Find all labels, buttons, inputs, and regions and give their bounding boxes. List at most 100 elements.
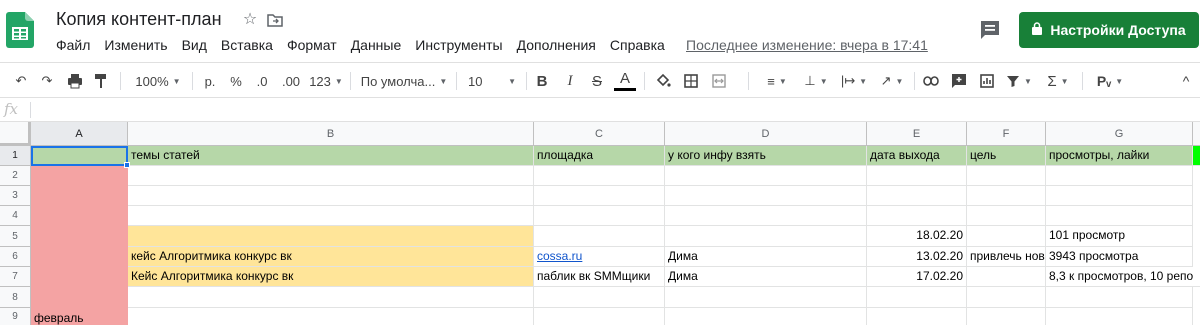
cell-f2[interactable]: [967, 166, 1046, 186]
cell-d2[interactable]: [665, 166, 867, 186]
cell-c9[interactable]: [534, 308, 665, 325]
menu-addons[interactable]: Дополнения: [517, 37, 596, 53]
redo-icon[interactable]: ↷: [36, 69, 58, 93]
cell-e1[interactable]: дата выхода: [867, 146, 967, 166]
star-icon[interactable]: ☆: [241, 11, 259, 29]
comments-icon[interactable]: [978, 18, 1002, 42]
cell-a9[interactable]: февраль: [31, 308, 128, 325]
cell-d7[interactable]: Дима: [665, 267, 867, 287]
text-wrap-icon[interactable]: |↦ ▼: [838, 69, 870, 93]
document-title[interactable]: Копия контент-план: [56, 9, 222, 30]
cell-e6[interactable]: 13.02.20: [867, 247, 967, 267]
cell-f5[interactable]: [967, 226, 1046, 247]
percent-format-button[interactable]: %: [226, 69, 246, 93]
cell-g2[interactable]: [1046, 166, 1193, 186]
font-family-select[interactable]: По умолча... ▼: [358, 69, 450, 93]
share-button[interactable]: Настройки Доступа: [1019, 12, 1199, 48]
cell-g9[interactable]: [1046, 308, 1193, 325]
insert-comment-icon[interactable]: [948, 69, 970, 93]
cell-f9[interactable]: [967, 308, 1046, 325]
last-edit-link[interactable]: Последнее изменение: вчера в 17:41: [686, 37, 928, 53]
column-header-a[interactable]: A: [31, 122, 128, 146]
row-header-2[interactable]: 2: [0, 166, 31, 186]
cell-e9[interactable]: [867, 308, 967, 325]
row-header-7[interactable]: 7: [0, 267, 31, 287]
cell-e5[interactable]: 18.02.20: [867, 226, 967, 247]
cell-c6-link[interactable]: cossa.ru: [537, 249, 582, 263]
cell-b5[interactable]: [128, 226, 534, 247]
cell-b3[interactable]: [128, 186, 534, 206]
cell-b7[interactable]: Кейс Алгоритмика конкурс вк: [128, 267, 534, 287]
column-header-e[interactable]: E: [867, 122, 967, 146]
cell-f8[interactable]: [967, 287, 1046, 308]
cell-d8[interactable]: [665, 287, 867, 308]
cell-g6[interactable]: 3943 просмотра: [1046, 247, 1193, 267]
cell-g3[interactable]: [1046, 186, 1193, 206]
cell-f1[interactable]: цель: [967, 146, 1046, 166]
menu-view[interactable]: Вид: [182, 37, 207, 53]
menu-data[interactable]: Данные: [351, 37, 402, 53]
decrease-decimal-button[interactable]: .0: [250, 69, 274, 93]
cell-c1[interactable]: площадка: [534, 146, 665, 166]
column-header-g[interactable]: G: [1046, 122, 1193, 146]
cell-d6[interactable]: Дима: [665, 247, 867, 267]
cell-a1[interactable]: [31, 146, 128, 166]
cell-c4[interactable]: [534, 206, 665, 226]
cell-c5[interactable]: [534, 226, 665, 247]
functions-icon[interactable]: Σ ▼: [1042, 69, 1074, 93]
cell-f4[interactable]: [967, 206, 1046, 226]
cell-f6[interactable]: привлечь нов: [967, 247, 1046, 267]
cell-d9[interactable]: [665, 308, 867, 325]
cell-b9[interactable]: [128, 308, 534, 325]
cell-c7[interactable]: паблик вк SMMщики: [534, 267, 665, 287]
column-header-b[interactable]: B: [128, 122, 534, 146]
cell-a2-a9-fill[interactable]: [31, 166, 128, 325]
text-rotation-icon[interactable]: ↗ ▼: [876, 69, 908, 93]
column-header-f[interactable]: F: [967, 122, 1046, 146]
menu-file[interactable]: Файл: [56, 37, 90, 53]
input-tools-select[interactable]: Рᵥ ▼: [1092, 69, 1128, 93]
row-header-5[interactable]: 5: [0, 226, 31, 247]
cell-g8[interactable]: [1046, 287, 1193, 308]
cell-h1[interactable]: [1193, 146, 1200, 166]
cell-e7[interactable]: 17.02.20: [867, 267, 967, 287]
insert-link-icon[interactable]: [920, 69, 942, 93]
font-size-select[interactable]: 10 ▼: [464, 69, 520, 93]
row-header-1[interactable]: 1: [0, 146, 31, 166]
row-header-4[interactable]: 4: [0, 206, 31, 226]
cell-d5[interactable]: [665, 226, 867, 247]
borders-icon[interactable]: [680, 69, 702, 93]
row-header-8[interactable]: 8: [0, 287, 31, 308]
menu-insert[interactable]: Вставка: [221, 37, 273, 53]
move-folder-icon[interactable]: [266, 11, 284, 29]
cell-c6[interactable]: cossa.ru: [534, 247, 665, 267]
cell-f3[interactable]: [967, 186, 1046, 206]
cell-f7[interactable]: [967, 267, 1046, 287]
merge-cells-icon[interactable]: [708, 69, 730, 93]
menu-edit[interactable]: Изменить: [104, 37, 167, 53]
cell-d1[interactable]: у кого инфу взять: [665, 146, 867, 166]
cell-e8[interactable]: [867, 287, 967, 308]
row-header-6[interactable]: 6: [0, 247, 31, 267]
row-header-9[interactable]: 9: [0, 308, 31, 325]
cell-e4[interactable]: [867, 206, 967, 226]
cell-b2[interactable]: [128, 166, 534, 186]
column-header-d[interactable]: D: [665, 122, 867, 146]
row-header-3[interactable]: 3: [0, 186, 31, 206]
cell-g4[interactable]: [1046, 206, 1193, 226]
cell-c2[interactable]: [534, 166, 665, 186]
undo-icon[interactable]: ↶: [10, 69, 32, 93]
bold-button[interactable]: B: [532, 69, 552, 93]
filter-icon[interactable]: ▼: [1004, 69, 1034, 93]
cell-e2[interactable]: [867, 166, 967, 186]
cell-g7[interactable]: 8,3 к просмотров, 10 репо: [1046, 267, 1200, 287]
number-format-select[interactable]: 123 ▼: [306, 69, 346, 93]
horizontal-align-icon[interactable]: ≡ ▼: [760, 69, 794, 93]
cell-g1[interactable]: просмотры, лайки: [1046, 146, 1193, 166]
cell-b4[interactable]: [128, 206, 534, 226]
column-header-h[interactable]: [1193, 122, 1200, 146]
cell-e3[interactable]: [867, 186, 967, 206]
italic-button[interactable]: I: [560, 69, 580, 93]
cell-g5[interactable]: 101 просмотр: [1046, 226, 1193, 247]
fill-color-icon[interactable]: [652, 69, 674, 93]
